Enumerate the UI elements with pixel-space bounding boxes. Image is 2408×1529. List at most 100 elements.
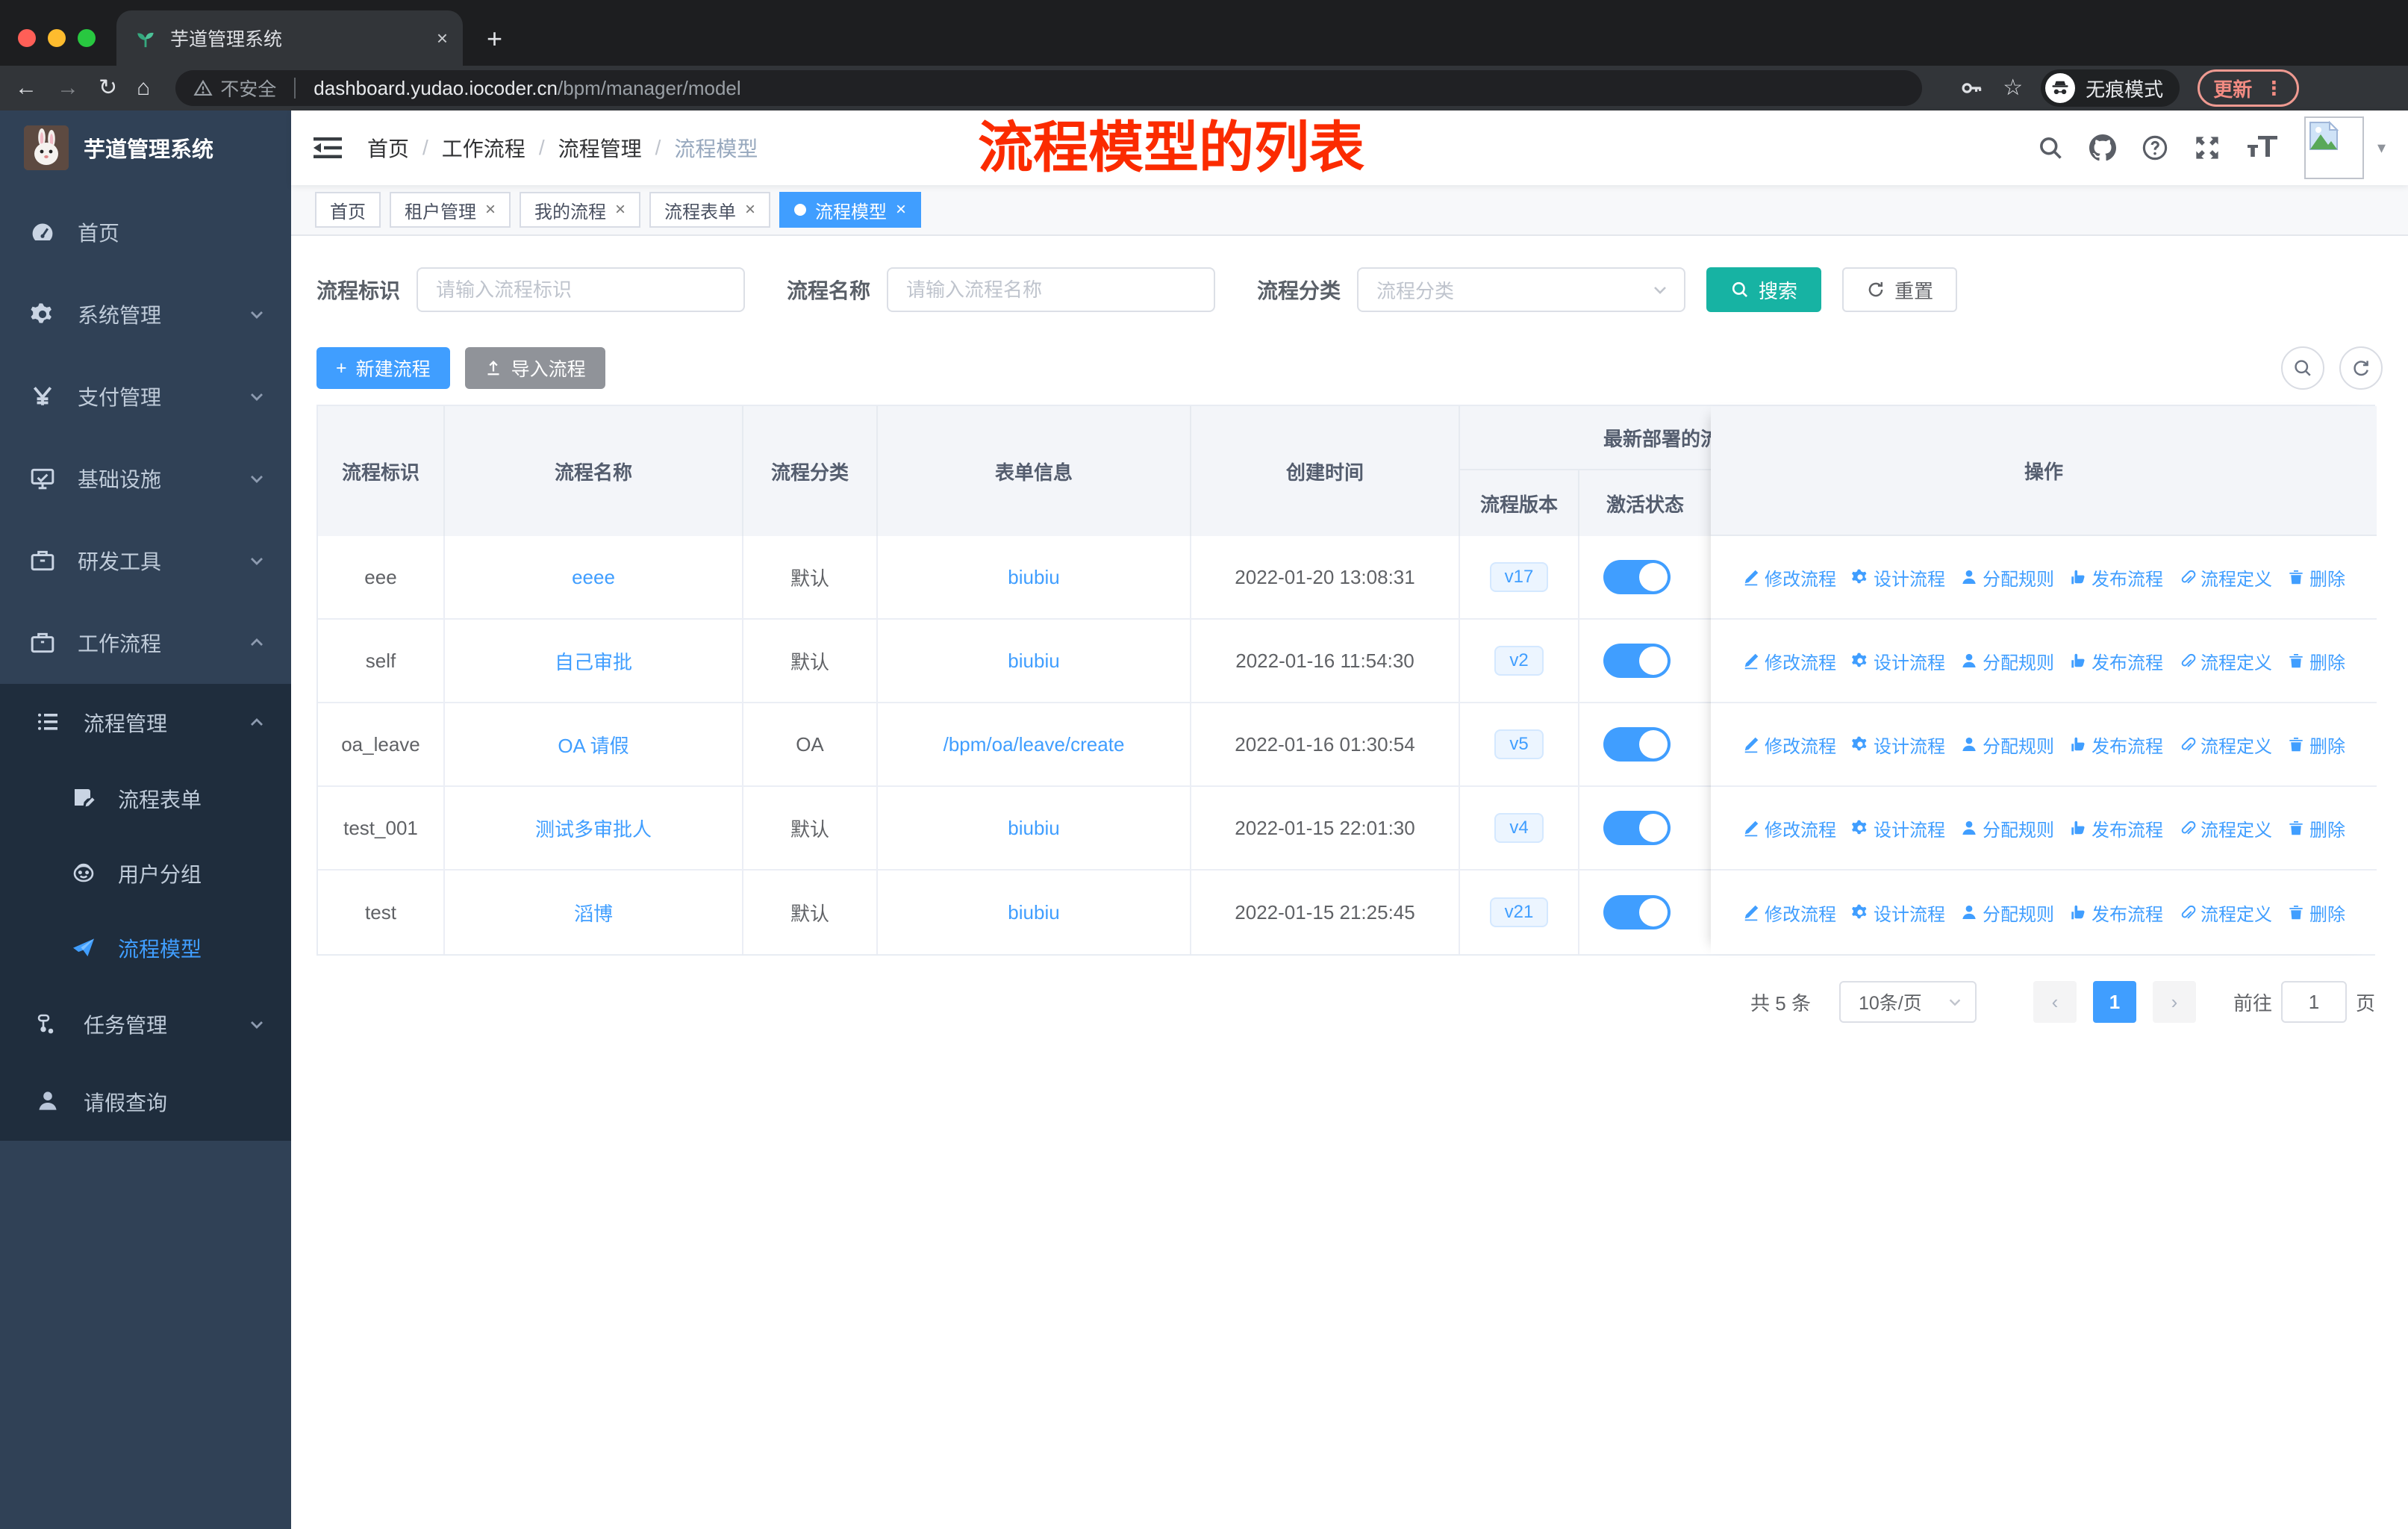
new-tab-button[interactable]: + bbox=[487, 25, 502, 52]
tag-process-form[interactable]: 流程表单 × bbox=[649, 192, 771, 228]
process-name-link[interactable]: OA 请假 bbox=[558, 731, 628, 759]
address-bar[interactable]: 不安全 dashboard.yudao.iocoder.cn/bpm/manag… bbox=[175, 70, 1923, 106]
sidebar-item-pay[interactable]: 支付管理 bbox=[0, 355, 291, 437]
collapse-sidebar-icon[interactable] bbox=[314, 136, 342, 160]
fullscreen-icon[interactable] bbox=[2194, 134, 2221, 161]
action-link[interactable]: 分配规则 bbox=[1960, 815, 2054, 841]
tag-close-icon[interactable]: × bbox=[485, 199, 496, 220]
action-link[interactable]: 修改流程 bbox=[1742, 900, 1836, 926]
tab-close-icon[interactable]: × bbox=[437, 27, 448, 50]
action-link[interactable]: 分配规则 bbox=[1960, 648, 2054, 674]
sidebar-item-infra[interactable]: 基础设施 bbox=[0, 437, 291, 520]
bookmark-star-icon[interactable]: ☆ bbox=[2003, 77, 2023, 99]
next-page-button[interactable]: › bbox=[2152, 981, 2196, 1023]
delete-action-link[interactable]: 删除 bbox=[2287, 900, 2345, 926]
process-category-select[interactable]: 流程分类 bbox=[1357, 267, 1686, 312]
breadcrumb-item[interactable]: 首页 bbox=[367, 133, 409, 163]
tag-my-process[interactable]: 我的流程 × bbox=[520, 192, 641, 228]
maximize-window-button[interactable] bbox=[78, 29, 96, 47]
tag-home[interactable]: 首页 bbox=[315, 192, 381, 228]
form-info-link[interactable]: biubiu bbox=[1008, 817, 1059, 840]
action-link[interactable]: 修改流程 bbox=[1742, 732, 1836, 758]
sidebar-item-devtools[interactable]: 研发工具 bbox=[0, 520, 291, 602]
page-1-button[interactable]: 1 bbox=[2092, 981, 2136, 1023]
browser-tab[interactable]: 芋道管理系统 × bbox=[116, 10, 463, 66]
back-icon[interactable]: ← bbox=[15, 77, 37, 99]
delete-action-link[interactable]: 删除 bbox=[2287, 648, 2345, 674]
process-id-input[interactable] bbox=[417, 267, 746, 312]
form-info-link[interactable]: biubiu bbox=[1008, 650, 1059, 673]
sidebar-item-home[interactable]: 首页 bbox=[0, 191, 291, 273]
sidebar-item-system[interactable]: 系统管理 bbox=[0, 273, 291, 355]
action-link[interactable]: 流程定义 bbox=[2178, 900, 2272, 926]
sidebar-item-user-group[interactable]: 用户分组 bbox=[0, 836, 291, 911]
breadcrumb-item[interactable]: 工作流程 bbox=[442, 133, 525, 163]
sidebar-item-process-form[interactable]: 流程表单 bbox=[0, 762, 291, 836]
action-link[interactable]: 分配规则 bbox=[1960, 732, 2054, 758]
action-link[interactable]: 发布流程 bbox=[2069, 900, 2163, 926]
refresh-button[interactable] bbox=[2339, 346, 2383, 390]
active-state-toggle[interactable] bbox=[1603, 644, 1671, 678]
search-button[interactable]: 搜索 bbox=[1706, 267, 1822, 312]
goto-page-input[interactable] bbox=[2280, 981, 2347, 1023]
breadcrumb-item[interactable]: 流程管理 bbox=[558, 133, 642, 163]
action-link[interactable]: 分配规则 bbox=[1960, 900, 2054, 926]
browser-menu-icon[interactable]: ⋮ bbox=[2264, 77, 2283, 100]
action-link[interactable]: 修改流程 bbox=[1742, 815, 1836, 841]
active-state-toggle[interactable] bbox=[1603, 727, 1671, 762]
tag-tenant[interactable]: 租户管理 × bbox=[390, 192, 511, 228]
action-link[interactable]: 设计流程 bbox=[1851, 900, 1945, 926]
window-controls[interactable] bbox=[0, 10, 116, 66]
key-icon[interactable] bbox=[1959, 75, 1985, 101]
form-info-link[interactable]: biubiu bbox=[1008, 901, 1059, 924]
sidebar-item-task-mgmt[interactable]: 任务管理 bbox=[0, 985, 291, 1063]
active-state-toggle[interactable] bbox=[1603, 811, 1671, 845]
sidebar-item-process-model[interactable]: 流程模型 bbox=[0, 911, 291, 985]
action-link[interactable]: 发布流程 bbox=[2069, 564, 2163, 591]
tag-close-icon[interactable]: × bbox=[896, 199, 906, 220]
action-link[interactable]: 设计流程 bbox=[1851, 564, 1945, 591]
tag-process-model[interactable]: 流程模型 × bbox=[779, 192, 922, 228]
active-state-toggle[interactable] bbox=[1603, 895, 1671, 929]
action-link[interactable]: 设计流程 bbox=[1851, 732, 1945, 758]
home-icon[interactable]: ⌂ bbox=[137, 77, 150, 99]
form-info-link[interactable]: /bpm/oa/leave/create bbox=[943, 733, 1125, 756]
action-link[interactable]: 设计流程 bbox=[1851, 648, 1945, 674]
reload-icon[interactable]: ↻ bbox=[99, 77, 117, 99]
active-state-toggle[interactable] bbox=[1603, 560, 1671, 594]
action-link[interactable]: 修改流程 bbox=[1742, 564, 1836, 591]
show-search-button[interactable] bbox=[2281, 346, 2324, 390]
action-link[interactable]: 流程定义 bbox=[2178, 648, 2272, 674]
form-info-link[interactable]: biubiu bbox=[1008, 566, 1059, 589]
page-size-select[interactable]: 10条/页 bbox=[1838, 981, 1977, 1023]
reset-button[interactable]: 重置 bbox=[1842, 267, 1958, 312]
delete-action-link[interactable]: 删除 bbox=[2287, 564, 2345, 591]
action-link[interactable]: 发布流程 bbox=[2069, 732, 2163, 758]
action-link[interactable]: 流程定义 bbox=[2178, 564, 2272, 591]
forward-icon[interactable]: → bbox=[57, 77, 79, 99]
minimize-window-button[interactable] bbox=[48, 29, 66, 47]
action-link[interactable]: 流程定义 bbox=[2178, 815, 2272, 841]
update-button[interactable]: 更新 ⋮ bbox=[2198, 69, 2300, 107]
prev-page-button[interactable]: ‹ bbox=[2033, 981, 2077, 1023]
search-icon[interactable] bbox=[2037, 134, 2064, 161]
delete-action-link[interactable]: 删除 bbox=[2287, 732, 2345, 758]
github-icon[interactable] bbox=[2089, 134, 2116, 161]
tag-close-icon[interactable]: × bbox=[745, 199, 755, 220]
sidebar-item-leave-query[interactable]: 请假查询 bbox=[0, 1063, 291, 1141]
action-link[interactable]: 分配规则 bbox=[1960, 564, 2054, 591]
import-process-button[interactable]: 导入流程 bbox=[464, 347, 605, 389]
tag-close-icon[interactable]: × bbox=[615, 199, 626, 220]
process-name-link[interactable]: 自己审批 bbox=[555, 647, 632, 675]
action-link[interactable]: 发布流程 bbox=[2069, 648, 2163, 674]
font-size-icon[interactable] bbox=[2246, 134, 2279, 161]
process-name-link[interactable]: eeee bbox=[572, 566, 615, 589]
sidebar-item-process-mgmt[interactable]: 流程管理 bbox=[0, 684, 291, 762]
action-link[interactable]: 设计流程 bbox=[1851, 815, 1945, 841]
help-icon[interactable] bbox=[2142, 134, 2168, 161]
process-name-link[interactable]: 滔博 bbox=[574, 899, 613, 927]
close-window-button[interactable] bbox=[18, 29, 36, 47]
action-link[interactable]: 流程定义 bbox=[2178, 732, 2272, 758]
action-link[interactable]: 修改流程 bbox=[1742, 648, 1836, 674]
caret-down-icon[interactable]: ▾ bbox=[2377, 138, 2386, 158]
